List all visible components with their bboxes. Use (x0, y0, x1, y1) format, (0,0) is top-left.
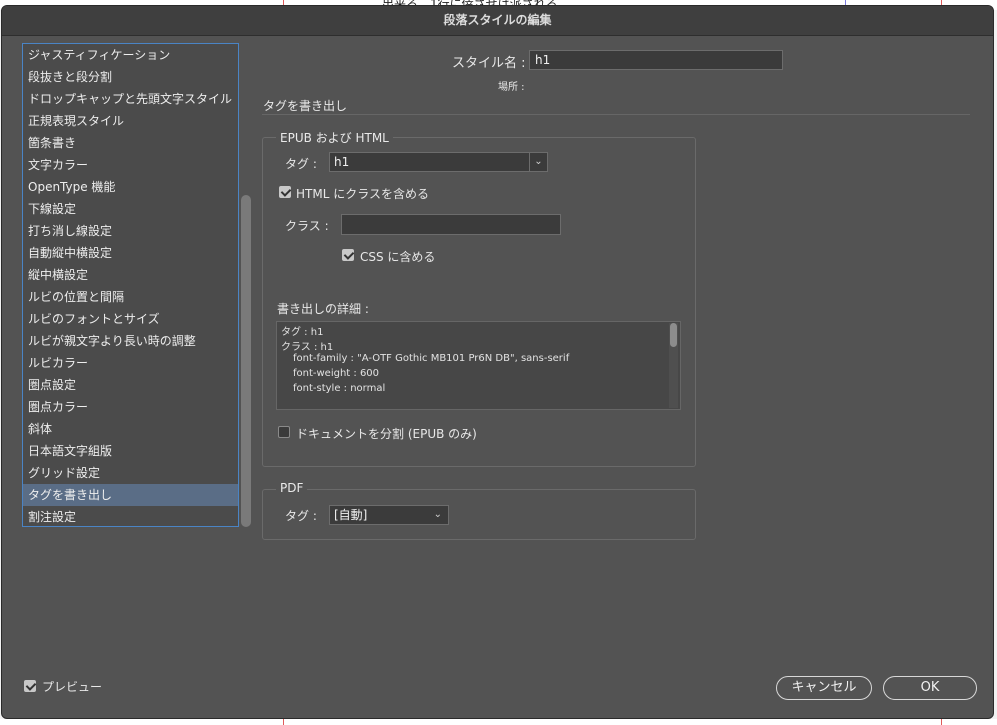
sidebar-item-grep-style[interactable]: 正規表現スタイル (23, 110, 238, 132)
ok-button[interactable]: OK (883, 676, 977, 700)
sidebar-item-strikethrough[interactable]: 打ち消し線設定 (23, 220, 238, 242)
document-canvas-bottom (0, 719, 997, 725)
section-divider (262, 114, 970, 115)
section-title: タグを書き出し (263, 99, 348, 113)
location-label: 場所 : (498, 82, 525, 93)
class-input[interactable] (341, 214, 561, 235)
sidebar-item-justification[interactable]: ジャスティフィケーション (23, 44, 238, 66)
split-document-label: ドキュメントを分割 (EPUB のみ) (296, 427, 477, 441)
sidebar-item-bullets[interactable]: 箇条書き (23, 132, 238, 154)
export-details-box[interactable]: タグ : h1 クラス : h1 font-family : "A-OTF Go… (276, 321, 681, 410)
class-label: クラス : (285, 219, 329, 233)
sidebar-item-span-columns[interactable]: 段抜きと段分割 (23, 66, 238, 88)
sidebar-item-ruby-overhang[interactable]: ルビが親文字より長い時の調整 (23, 330, 238, 352)
details-line: タグ : h1 (281, 327, 324, 338)
sidebar-item-ruby-position[interactable]: ルビの位置と間隔 (23, 286, 238, 308)
sidebar-item-kenten-color[interactable]: 圏点カラー (23, 396, 238, 418)
pdf-tag-label: タグ : (285, 509, 317, 523)
include-class-checkbox[interactable] (279, 186, 291, 198)
style-name-input[interactable] (529, 50, 783, 70)
sidebar-item-grid[interactable]: グリッド設定 (23, 462, 238, 484)
details-scrollbar[interactable] (669, 323, 678, 408)
pdf-tag-value: [自動] (334, 508, 368, 522)
sidebar-item-shatai[interactable]: 斜体 (23, 418, 238, 440)
scrollbar-thumb[interactable] (241, 195, 251, 527)
sidebar-item-export-tagging[interactable]: タグを書き出し (23, 484, 238, 506)
include-css-label: CSS に含める (360, 250, 436, 264)
chevron-down-icon: ⌄ (433, 509, 442, 520)
sidebar-item-underline[interactable]: 下線設定 (23, 198, 238, 220)
scrollbar-thumb[interactable] (670, 323, 677, 347)
split-document-checkbox[interactable] (278, 426, 290, 438)
chevron-down-icon: ⌄ (529, 153, 547, 171)
sidebar-item-character-color[interactable]: 文字カラー (23, 154, 238, 176)
cancel-button[interactable]: キャンセル (776, 676, 872, 700)
preview-checkbox[interactable] (24, 680, 36, 692)
pdf-tag-select[interactable]: [自動] ⌄ (329, 505, 449, 525)
sidebar-item-ruby-color[interactable]: ルビカラー (23, 352, 238, 374)
include-class-label: HTML にクラスを含める (296, 187, 429, 201)
details-line: font-family : "A-OTF Gothic MB101 Pr6N D… (293, 353, 570, 364)
sidebar-item-mojikumi[interactable]: 日本語文字組版 (23, 440, 238, 462)
dialog-title: 段落スタイルの編集 (2, 6, 993, 36)
include-css-checkbox[interactable] (342, 249, 354, 261)
epub-tag-label: タグ : (285, 157, 317, 171)
margin-guide (941, 719, 942, 725)
sidebar-item-warichu[interactable]: 割注設定 (23, 506, 238, 526)
sidebar-item-kenten[interactable]: 圏点設定 (23, 374, 238, 396)
preview-label: プレビュー (42, 680, 103, 694)
epub-group-title: EPUB および HTML (276, 129, 393, 146)
export-details-label: 書き出しの詳細 : (277, 302, 369, 316)
details-line: font-style : normal (293, 383, 386, 394)
pdf-group-title: PDF (276, 481, 308, 495)
details-line: クラス : h1 (281, 342, 334, 353)
margin-guide (283, 719, 284, 725)
sidebar-item-tcy[interactable]: 縦中横設定 (23, 264, 238, 286)
sidebar-item-auto-tcy[interactable]: 自動縦中横設定 (23, 242, 238, 264)
sidebar-item-opentype[interactable]: OpenType 機能 (23, 176, 238, 198)
category-list[interactable]: ジャスティフィケーション 段抜きと段分割 ドロップキャップと先頭文字スタイル 正… (22, 43, 239, 527)
epub-tag-value: h1 (334, 155, 350, 169)
epub-tag-select[interactable]: h1 ⌄ (329, 152, 548, 172)
pdf-group (262, 489, 696, 540)
sidebar-item-ruby-font[interactable]: ルビのフォントとサイズ (23, 308, 238, 330)
style-name-label: スタイル名 : (452, 56, 526, 71)
details-line: font-weight : 600 (293, 368, 380, 379)
sidebar-item-drop-caps[interactable]: ドロップキャップと先頭文字スタイル (23, 88, 238, 110)
category-list-scrollbar[interactable] (241, 43, 251, 527)
